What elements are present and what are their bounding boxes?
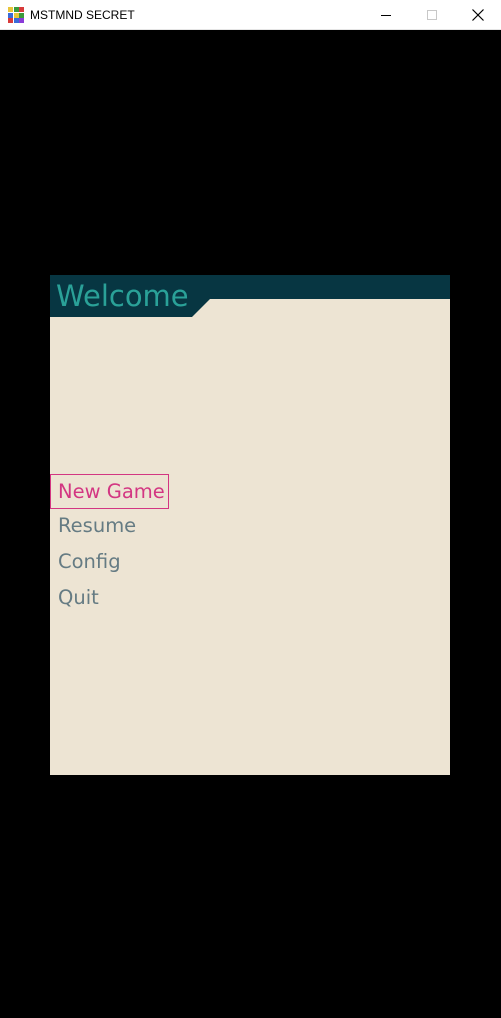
close-button[interactable] <box>455 0 501 30</box>
main-menu: New Game Resume Config Quit <box>50 474 450 617</box>
menu-item-new-game[interactable]: New Game <box>50 474 169 509</box>
window-title: MSTMND SECRET <box>30 8 135 22</box>
menu-item-config[interactable]: Config <box>50 545 169 581</box>
maximize-button[interactable] <box>409 0 455 30</box>
panel-title: Welcome <box>56 279 189 313</box>
close-icon <box>472 9 484 21</box>
maximize-icon <box>427 10 437 20</box>
menu-item-quit[interactable]: Quit <box>50 581 169 617</box>
menu-item-resume[interactable]: Resume <box>50 509 169 545</box>
welcome-panel: Welcome New Game Resume Config Quit <box>50 275 450 775</box>
window-titlebar: MSTMND SECRET <box>0 0 501 30</box>
minimize-button[interactable] <box>363 0 409 30</box>
app-grid-icon <box>8 7 24 23</box>
minimize-icon <box>381 14 391 16</box>
